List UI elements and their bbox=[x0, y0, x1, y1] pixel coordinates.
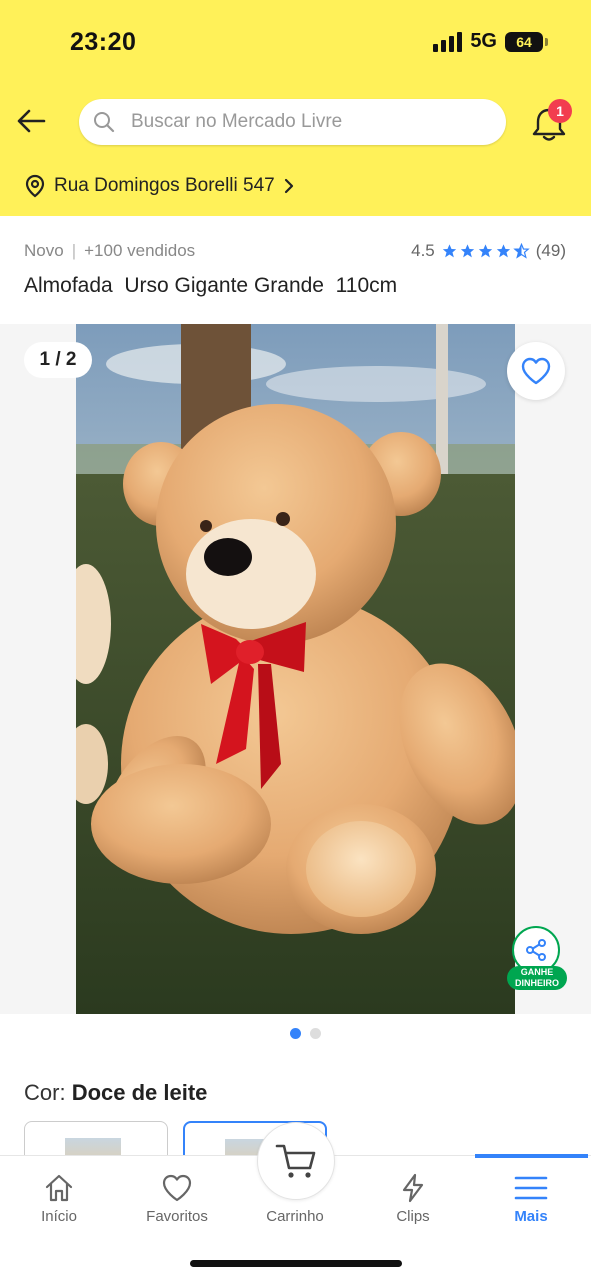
app-header: 23:20 5G 64 1 Rua Domingos Borelli 547 bbox=[0, 0, 591, 216]
search-input[interactable] bbox=[129, 110, 473, 134]
share-icon bbox=[526, 939, 546, 961]
network-type: 5G bbox=[470, 30, 497, 52]
tab-carrinho[interactable]: Carrinho bbox=[236, 1208, 354, 1225]
chevron-right-icon bbox=[284, 178, 293, 194]
gallery-pagination bbox=[290, 1028, 321, 1039]
half-star-icon bbox=[513, 243, 530, 259]
product-meta: Novo | +100 vendidos 4.5 (49) bbox=[24, 241, 566, 263]
favorite-button[interactable] bbox=[507, 342, 565, 400]
delivery-address[interactable]: Rua Domingos Borelli 547 bbox=[24, 174, 295, 198]
menu-icon bbox=[514, 1176, 548, 1200]
bolt-icon bbox=[402, 1173, 424, 1203]
rating[interactable]: 4.5 (49) bbox=[411, 241, 566, 261]
sales-info: Novo | +100 vendidos bbox=[24, 241, 196, 260]
battery-icon: 64 bbox=[505, 31, 548, 52]
location-pin-icon bbox=[25, 174, 45, 198]
share-earn-label: GANHE DINHEIRO bbox=[507, 966, 567, 990]
active-tab-indicator bbox=[475, 1154, 588, 1158]
heart-icon bbox=[521, 357, 551, 385]
home-indicator bbox=[190, 1260, 402, 1267]
review-count: (49) bbox=[535, 241, 566, 260]
tab-label: Mais bbox=[514, 1208, 548, 1225]
tab-label: Favoritos bbox=[146, 1208, 208, 1225]
tab-clips[interactable]: Clips bbox=[354, 1172, 472, 1225]
star-icon bbox=[442, 244, 456, 258]
search-bar[interactable] bbox=[79, 99, 506, 145]
address-label: Rua Domingos Borelli 547 bbox=[54, 175, 275, 196]
product-photo[interactable] bbox=[76, 324, 515, 1014]
color-value: Doce de leite bbox=[71, 1080, 208, 1105]
search-icon bbox=[94, 112, 115, 133]
tab-label: Clips bbox=[396, 1208, 430, 1225]
cart-icon bbox=[275, 1144, 316, 1178]
heart-icon bbox=[162, 1174, 192, 1202]
tab-label: Carrinho bbox=[266, 1208, 324, 1225]
color-label: Cor: bbox=[24, 1080, 66, 1105]
share-earn-line1: GANHE bbox=[520, 967, 554, 977]
rating-stars bbox=[441, 243, 530, 259]
tab-mais[interactable]: Mais bbox=[472, 1172, 590, 1225]
star-icon bbox=[478, 244, 492, 258]
sold-count: +100 vendidos bbox=[84, 241, 196, 260]
product-title: Almofada Urso Gigante Grande 110cm bbox=[24, 274, 398, 297]
home-icon bbox=[45, 1174, 73, 1202]
signal-icon bbox=[433, 31, 463, 52]
cart-button[interactable] bbox=[257, 1122, 335, 1200]
pagination-dot[interactable] bbox=[310, 1028, 321, 1039]
share-earn-line2: DINHEIRO bbox=[514, 978, 559, 988]
pagination-dot-active[interactable] bbox=[290, 1028, 301, 1039]
condition-label: Novo bbox=[24, 241, 64, 260]
tab-favoritos[interactable]: Favoritos bbox=[118, 1172, 236, 1225]
star-icon bbox=[460, 244, 474, 258]
status-time: 23:20 bbox=[70, 28, 137, 56]
share-earn-button[interactable]: GANHE DINHEIRO bbox=[507, 926, 567, 990]
color-selector-label: Cor: Doce de leite bbox=[24, 1080, 207, 1106]
product-gallery[interactable] bbox=[0, 324, 591, 1014]
star-icon bbox=[496, 244, 510, 258]
battery-level: 64 bbox=[516, 33, 532, 50]
gallery-counter: 1 / 2 bbox=[24, 342, 92, 378]
back-arrow-icon[interactable] bbox=[14, 104, 48, 138]
notification-badge: 1 bbox=[548, 99, 572, 123]
tab-inicio[interactable]: Início bbox=[0, 1172, 118, 1225]
tab-label: Início bbox=[41, 1208, 77, 1225]
rating-value: 4.5 bbox=[411, 241, 435, 260]
status-indicators: 5G 64 bbox=[433, 30, 548, 53]
